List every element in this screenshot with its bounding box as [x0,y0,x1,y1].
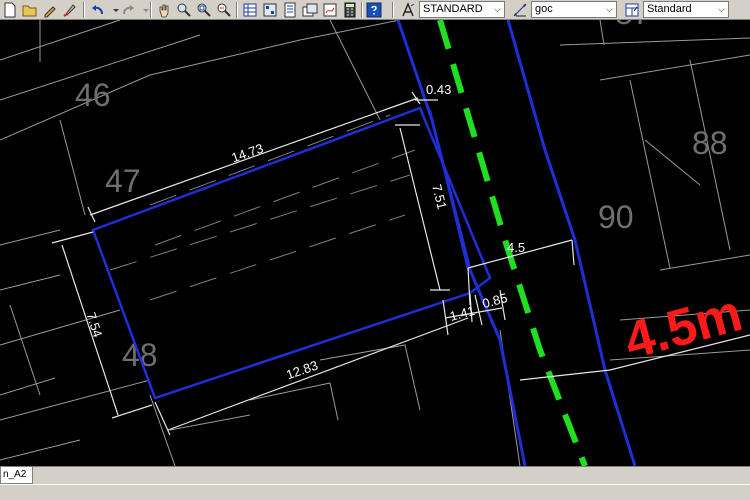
drawing-canvas[interactable]: 46 47 48 87 88 90 14.73 7.51 7.54 12.83 [0,20,750,466]
text-style-value: STANDARD [423,3,483,15]
toolbar-separator [236,2,238,18]
undo-dropdown-icon[interactable] [108,2,119,18]
lot-label-88: 88 [692,125,728,161]
brush-icon[interactable] [62,2,78,18]
pencil-icon[interactable] [42,2,58,18]
design-center-icon[interactable] [262,2,278,18]
lot-label-47: 47 [105,163,141,199]
zoom-previous-icon[interactable] [216,2,232,18]
dimension-top: 14.73 [230,141,266,166]
dimension-corner-gap: 0.43 [426,82,451,97]
toolbar-separator [150,2,152,18]
text-style-icon[interactable] [400,2,416,18]
calculator-icon[interactable] [342,2,358,18]
table-style-icon[interactable] [624,2,640,18]
pan-icon[interactable] [156,2,172,18]
dimension-offset-b: 0.85 [481,290,509,311]
chevron-down-icon[interactable]: ⌵ [715,2,728,17]
properties-icon[interactable] [242,2,258,18]
dim-style-select[interactable]: goc ⌵ [531,1,617,18]
dimension-lines [51,91,750,436]
dimension-road-width: 4.5 [507,240,525,255]
lot-label-90: 90 [598,199,634,235]
redo-dropdown-icon[interactable] [138,2,149,18]
dim-style-value: goc [535,3,553,15]
road-width-label: 4.5m [619,284,749,371]
chevron-down-icon[interactable]: ⌵ [603,2,616,17]
redo-icon[interactable] [120,2,136,18]
text-style-select[interactable]: STANDARD ⌵ [419,1,505,18]
tab-layout[interactable]: n_A2 [0,467,34,484]
toolbar-separator [361,2,363,18]
status-bar [0,484,750,500]
dimension-bottom: 12.83 [284,358,320,383]
open-icon[interactable] [22,2,38,18]
lot-label-87: 87 [615,20,651,31]
toolbar-separator [83,2,85,18]
zoom-window-icon[interactable] [196,2,212,18]
table-style-value: Standard [647,3,692,15]
dimension-right: 7.51 [429,183,450,211]
new-icon[interactable] [2,2,18,18]
dim-style-icon[interactable] [512,2,528,18]
standard-toolbar: STANDARD ⌵ goc ⌵ Standard ⌵ [0,0,750,20]
tool-palettes-icon[interactable] [282,2,298,18]
zoom-realtime-icon[interactable] [176,2,192,18]
lot-label-46: 46 [75,77,111,113]
table-style-select[interactable]: Standard ⌵ [643,1,729,18]
markup-icon[interactable] [322,2,338,18]
help-icon[interactable] [366,2,382,18]
layout-tab-bar: n_A2 [0,466,750,484]
chevron-down-icon[interactable]: ⌵ [491,2,504,17]
undo-icon[interactable] [90,2,106,18]
toolbar-separator [392,2,394,18]
sheet-set-icon[interactable] [302,2,318,18]
